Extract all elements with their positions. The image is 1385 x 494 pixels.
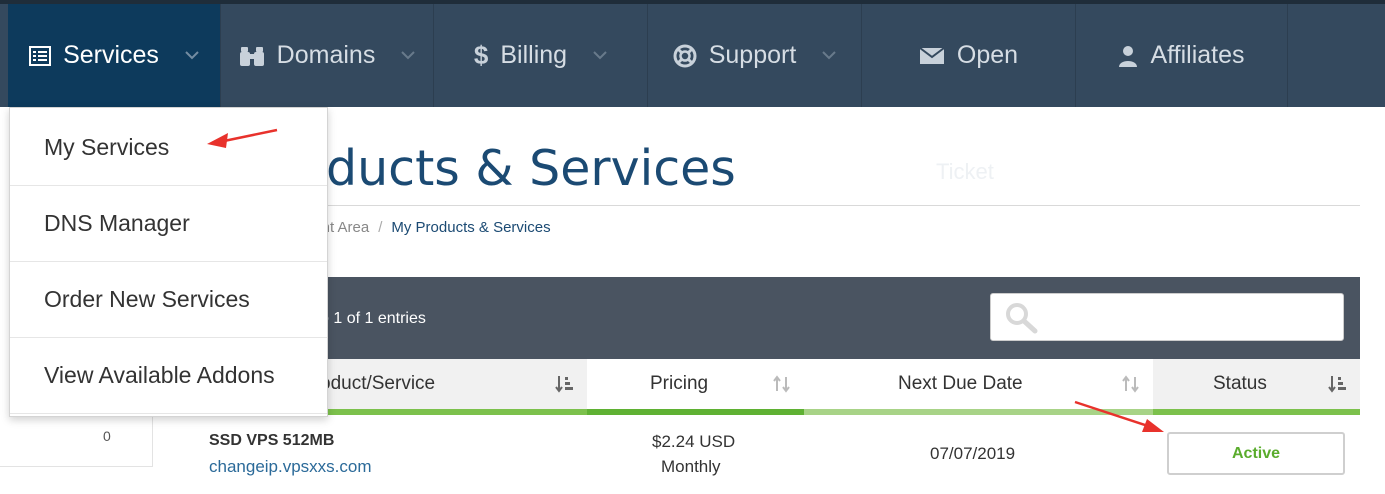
product-name: SSD VPS 512MB bbox=[209, 432, 335, 449]
envelope-icon bbox=[919, 46, 945, 65]
breadcrumb: ient Area / My Products & Services bbox=[310, 219, 551, 236]
chevron-down-icon bbox=[593, 51, 607, 60]
nav-affiliates[interactable]: Affiliates bbox=[1076, 4, 1288, 107]
nav-billing[interactable]: $ Billing bbox=[434, 4, 648, 107]
nav-services[interactable]: Services bbox=[8, 4, 221, 107]
chevron-down-icon bbox=[185, 51, 199, 60]
nav-open-ticket[interactable]: Open bbox=[862, 4, 1076, 107]
menu-item-my-services[interactable]: My Services bbox=[10, 110, 327, 186]
billing-cycle: Monthly bbox=[661, 457, 721, 476]
binoculars-icon bbox=[239, 45, 265, 67]
table-entries-info: o 1 of 1 entries bbox=[320, 310, 426, 327]
sidebar-count: 0 bbox=[103, 428, 111, 444]
user-icon bbox=[1118, 45, 1138, 67]
nav-domains-label: Domains bbox=[276, 41, 376, 69]
product-domain-link[interactable]: changeip.vpsxxs.com bbox=[209, 457, 372, 477]
lifebuoy-icon bbox=[673, 44, 697, 68]
pricing-amount: $2.24 USD bbox=[652, 432, 736, 451]
chevron-down-icon bbox=[822, 51, 836, 60]
top-navigation: Services Domains $ Billing Support Open … bbox=[0, 0, 1385, 107]
menu-item-order-new-services[interactable]: Order New Services bbox=[10, 262, 327, 338]
breadcrumb-current: My Products & Services bbox=[391, 219, 551, 236]
list-icon bbox=[29, 45, 52, 66]
column-header-status[interactable]: Status bbox=[1153, 359, 1360, 415]
menu-item-view-available-addons[interactable]: View Available Addons bbox=[10, 338, 327, 414]
dollar-icon: $ bbox=[473, 40, 489, 70]
sort-both-icon bbox=[772, 375, 792, 399]
column-header-product-label: oduct/Service bbox=[320, 373, 436, 394]
status-badge: Active bbox=[1167, 432, 1345, 475]
nav-open-label: Open bbox=[956, 41, 1019, 69]
next-due-date: 07/07/2019 bbox=[930, 444, 1016, 463]
breadcrumb-separator: / bbox=[378, 219, 383, 236]
services-dropdown-menu: My Services DNS Manager Order New Servic… bbox=[9, 107, 328, 417]
nav-domains[interactable]: Domains bbox=[221, 4, 434, 107]
column-header-status-label: Status bbox=[1213, 373, 1267, 394]
search-input[interactable] bbox=[1051, 302, 1331, 332]
nav-support[interactable]: Support bbox=[648, 4, 862, 107]
column-header-pricing-label: Pricing bbox=[650, 373, 709, 394]
sort-desc-icon bbox=[555, 375, 575, 399]
sort-desc-icon bbox=[1328, 375, 1348, 399]
column-header-due-label: Next Due Date bbox=[898, 373, 1023, 394]
column-header-next-due-date[interactable]: Next Due Date bbox=[804, 359, 1153, 415]
nav-support-label: Support bbox=[708, 41, 797, 69]
title-divider bbox=[200, 205, 1360, 206]
nav-services-label: Services bbox=[63, 41, 159, 69]
nav-affiliates-label: Affiliates bbox=[1150, 41, 1245, 69]
table-search[interactable] bbox=[990, 293, 1344, 341]
search-icon bbox=[1005, 302, 1039, 339]
nav-billing-label: Billing bbox=[500, 41, 568, 69]
menu-item-dns-manager[interactable]: DNS Manager bbox=[10, 186, 327, 262]
column-header-pricing[interactable]: Pricing bbox=[587, 359, 804, 415]
page-title: oducts & Services bbox=[296, 140, 736, 197]
nav-ticket-ghost-label: Ticket bbox=[936, 159, 994, 184]
chevron-down-icon bbox=[401, 51, 416, 60]
sort-both-icon bbox=[1121, 375, 1141, 399]
